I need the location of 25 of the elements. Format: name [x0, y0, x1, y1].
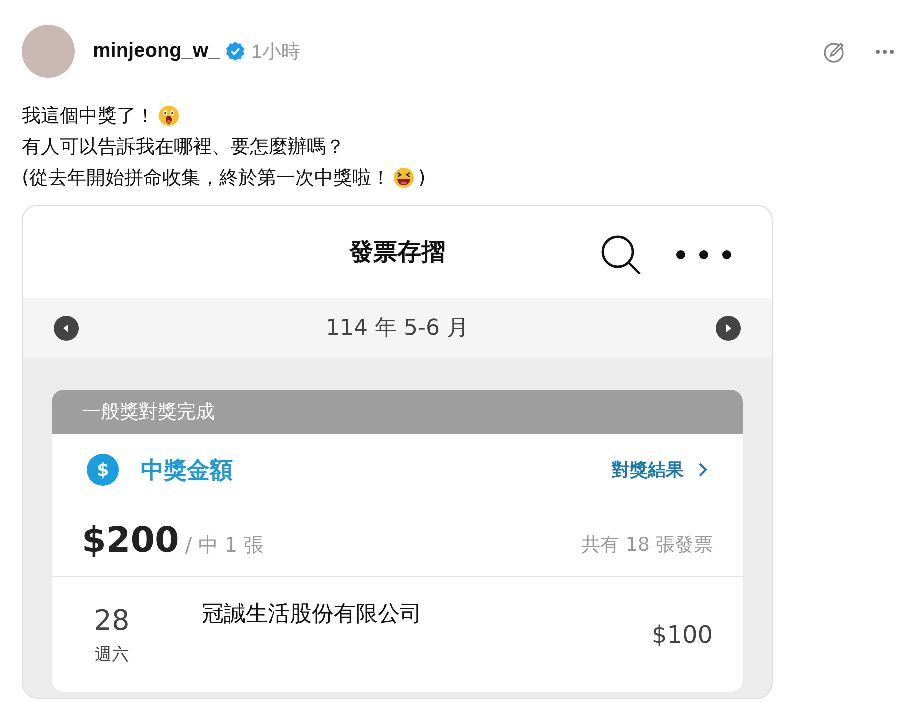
post-text: (從去年開始拼命收集，終於第一次中獎啦！ [22, 166, 390, 190]
post-text: 有人可以告訴我在哪裡、要怎麼辦嗎？ [22, 134, 345, 160]
invoice-weekday: 週六 [95, 644, 129, 666]
post-text: 我這個中獎了！ [22, 104, 155, 128]
app-title: 發票存摺 [350, 237, 446, 268]
invoice-day: 28 [94, 604, 130, 636]
prize-label: 中獎金額 [141, 456, 234, 486]
search-icon[interactable] [600, 234, 642, 276]
post-text: ) [418, 166, 426, 188]
previous-icon[interactable] [54, 316, 79, 340]
result-link[interactable]: 對獎結果 [612, 458, 708, 482]
winning-count: / 中 1 張 [185, 532, 265, 558]
status-banner: 一般獎對獎完成 [52, 390, 743, 434]
store-name: 冠誠生活股份有限公司 [202, 601, 423, 629]
post-time: 1小時 [252, 40, 300, 64]
next-icon[interactable] [716, 316, 741, 340]
prize-amount: $200 [82, 521, 180, 561]
invoice-row[interactable]: 28 週六 冠誠生活股份有限公司 $100 [52, 576, 743, 692]
period-label: 114 年 5-6 月 [326, 315, 469, 343]
username[interactable]: minjeong_w_ [93, 40, 220, 63]
dollar-badge: $ [87, 454, 119, 486]
invoice-total: 共有 18 張發票 [582, 533, 713, 558]
more-icon[interactable] [676, 250, 732, 260]
invoice-amount: $100 [652, 620, 713, 648]
chevron-right-icon [698, 462, 708, 478]
